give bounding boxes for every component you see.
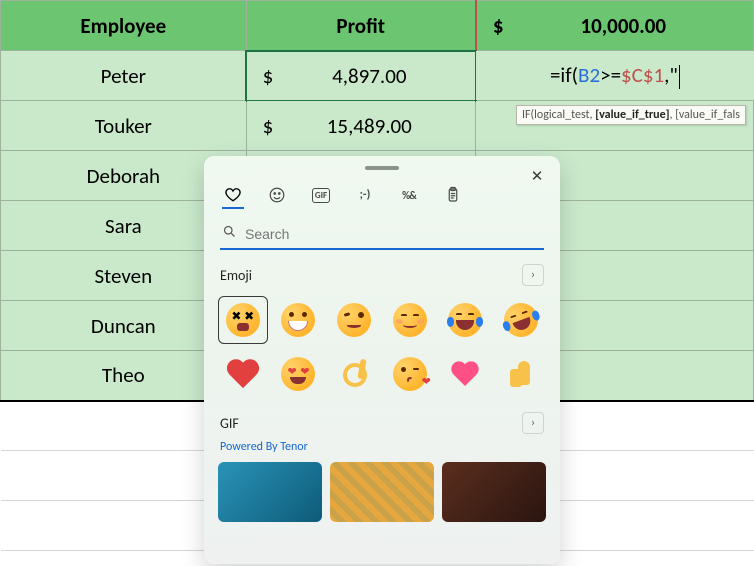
symbols-icon: %&	[402, 189, 416, 202]
cell-profit[interactable]: $ 15,489.00	[246, 101, 476, 151]
chevron-right-icon: ›	[531, 416, 535, 430]
formula-prefix: =if(	[550, 62, 578, 88]
kaomoji-icon: ;-)	[360, 188, 371, 202]
emoji-face-blowing-kiss[interactable]: ❤	[385, 350, 435, 398]
section-gif-label: GIF	[220, 415, 239, 432]
emoji-thumbs-up[interactable]	[496, 350, 546, 398]
gif-row	[204, 462, 560, 522]
emoji-woozy-face[interactable]	[329, 296, 379, 344]
emoji-rofl[interactable]	[496, 296, 546, 344]
gif-more-button[interactable]: ›	[522, 412, 544, 434]
gif-icon: GIF	[312, 188, 330, 203]
formula-absref: $C$1	[621, 62, 664, 88]
profit-value: 4,897.00	[332, 63, 406, 89]
search-field[interactable]	[220, 220, 544, 250]
emoji-grid: ✖ ✖ ❤❤ ❤	[204, 292, 560, 408]
emoji-red-heart[interactable]	[218, 350, 268, 398]
emoji-tired-face[interactable]: ✖ ✖	[218, 296, 268, 344]
emoji-more-button[interactable]: ›	[522, 264, 544, 286]
tab-recent[interactable]	[222, 187, 244, 209]
emoji-growing-heart[interactable]	[441, 350, 491, 398]
emoji-ok-hand[interactable]	[329, 350, 379, 398]
cell-profit-selected[interactable]: $ 4,897.00	[246, 51, 476, 101]
tab-gif[interactable]: GIF	[310, 184, 332, 206]
powered-by-tenor[interactable]: Powered By Tenor	[204, 440, 560, 462]
formula-ref: B2	[578, 62, 600, 88]
gif-tile[interactable]	[442, 462, 546, 522]
emoji-picker: ✕ GIF ;-) %& Emoji › ✖ ✖ ❤❤	[204, 156, 560, 564]
gif-tile[interactable]	[330, 462, 434, 522]
text-caret	[679, 65, 680, 89]
tab-symbols[interactable]: %&	[398, 184, 420, 206]
cell-name[interactable]: Touker	[1, 101, 247, 151]
header-employee[interactable]: Employee	[1, 1, 247, 51]
tab-clipboard[interactable]	[442, 184, 464, 206]
tooltip-bold: [value_if_true]	[595, 108, 669, 122]
tab-kaomoji[interactable]: ;-)	[354, 184, 376, 206]
picker-tabs: GIF ;-) %&	[204, 170, 560, 212]
profit-value: 15,489.00	[327, 113, 412, 139]
tab-emoji[interactable]	[266, 184, 288, 206]
formula-op: >=	[600, 62, 621, 88]
emoji-heart-eyes[interactable]: ❤❤	[274, 350, 324, 398]
close-button[interactable]: ✕	[526, 166, 548, 188]
currency-symbol: $	[257, 63, 274, 89]
cell-formula-editing[interactable]: =if(B2>=$C$1,"	[476, 51, 754, 101]
emoji-grinning-face[interactable]	[274, 296, 324, 344]
header-threshold[interactable]: $ 10,000.00	[476, 1, 754, 51]
chevron-right-icon: ›	[531, 268, 535, 282]
search-icon	[222, 224, 237, 244]
formula-tooltip: IF(logical_test, [value_if_true], [value…	[516, 105, 746, 125]
header-profit[interactable]: Profit	[246, 1, 476, 51]
emoji-tears-of-joy[interactable]	[441, 296, 491, 344]
emoji-smiling-face[interactable]	[385, 296, 435, 344]
gif-tile[interactable]	[218, 462, 322, 522]
currency-symbol: $	[257, 113, 274, 139]
threshold-value: 10,000.00	[580, 13, 666, 39]
tooltip-rest: , [value_if_fals	[670, 108, 740, 122]
search-input[interactable]	[245, 226, 542, 242]
section-emoji-label: Emoji	[220, 267, 252, 284]
cell-name[interactable]: Peter	[1, 51, 247, 101]
formula-suffix: ,"	[664, 62, 678, 88]
tooltip-fn: IF(logical_test,	[522, 108, 595, 122]
currency-symbol: $	[487, 13, 504, 39]
